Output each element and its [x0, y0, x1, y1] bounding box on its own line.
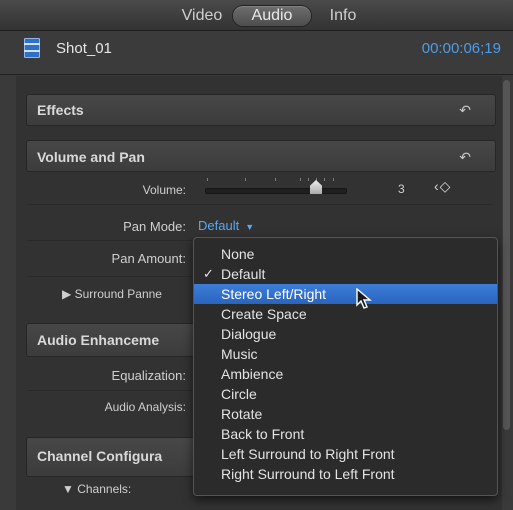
keyframe-button-icon[interactable]: ‹◇ — [434, 178, 451, 195]
menu-item-right-surround-to-left-front[interactable]: Right Surround to Left Front — [194, 464, 497, 484]
film-clip-icon — [24, 38, 40, 58]
reset-icon[interactable]: ↶ — [459, 102, 471, 119]
menu-item-default[interactable]: ✓ Default — [194, 264, 497, 284]
volume-slider[interactable] — [205, 188, 347, 194]
clip-name: Shot_01 — [56, 40, 112, 57]
tab-video[interactable]: Video — [173, 6, 231, 26]
checkmark-icon: ✓ — [203, 266, 214, 281]
menu-item-none[interactable]: None — [194, 244, 497, 264]
volume-value[interactable]: 3 — [398, 182, 405, 196]
pan-mode-label: Pan Mode: — [123, 219, 186, 234]
menu-item-music[interactable]: Music — [194, 344, 497, 364]
menu-item-create-space[interactable]: Create Space — [194, 304, 497, 324]
chevron-down-icon: ▼ — [245, 222, 255, 232]
menu-item-back-to-front[interactable]: Back to Front — [194, 424, 497, 444]
pan-mode-value: Default — [198, 218, 240, 233]
effects-section: Effects ↶ — [26, 94, 496, 126]
channels-disclosure[interactable]: ▼ Channels: — [60, 482, 188, 496]
menu-item-stereo-left-right[interactable]: Stereo Left/Right — [194, 284, 497, 304]
slider-ticks — [205, 178, 345, 184]
mouse-pointer-icon — [356, 288, 372, 309]
clip-header: Shot_01 00:00:06;19 — [0, 31, 513, 75]
section-title-effects: Effects — [37, 102, 84, 118]
scrollbar[interactable] — [503, 80, 510, 430]
section-title-volume-pan: Volume and Pan — [37, 149, 145, 165]
menu-item-rotate[interactable]: Rotate — [194, 404, 497, 424]
audio-analysis-label: Audio Analysis: — [104, 400, 186, 414]
equalization-label: Equalization: — [111, 368, 186, 383]
menu-item-dialogue[interactable]: Dialogue — [194, 324, 497, 344]
menu-item-left-surround-to-right-front[interactable]: Left Surround to Right Front — [194, 444, 497, 464]
pan-mode-menu: None ✓ Default Stereo Left/Right Create … — [193, 237, 498, 496]
menu-item-ambience[interactable]: Ambience — [194, 364, 497, 384]
reset-icon[interactable]: ↶ — [459, 149, 471, 166]
tab-info[interactable]: Info — [318, 6, 368, 26]
volume-pan-section: Volume and Pan ↶ — [26, 140, 496, 172]
section-title-audio-enhancements: Audio Enhanceme — [37, 332, 160, 348]
surround-panner-disclosure[interactable]: ▶ Surround Panne — [62, 287, 202, 301]
tab-audio[interactable]: Audio — [233, 6, 311, 26]
section-title-channel-config: Channel Configura — [37, 448, 163, 464]
inspector-tab-bar: Video Audio Info — [0, 0, 513, 31]
menu-item-circle[interactable]: Circle — [194, 384, 497, 404]
pan-mode-popup[interactable]: Default ▼ — [192, 217, 260, 235]
pan-amount-label: Pan Amount: — [111, 251, 186, 266]
clip-timecode: 00:00:06;19 — [421, 40, 501, 57]
volume-label: Volume: — [142, 183, 186, 197]
divider — [27, 204, 493, 205]
